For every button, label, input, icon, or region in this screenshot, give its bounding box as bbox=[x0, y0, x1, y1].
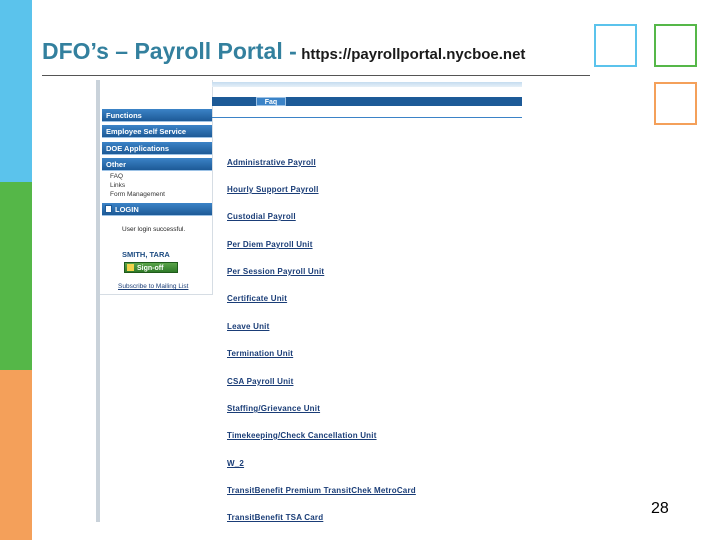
unit-link-transit-metrocard[interactable]: TransitBenefit Premium TransitChek Metro… bbox=[227, 486, 416, 495]
sidebar-link-links[interactable]: Links bbox=[110, 181, 125, 190]
slide-title-url: https://payrollportal.nycboe.net bbox=[301, 46, 526, 63]
unit-link-leave[interactable]: Leave Unit bbox=[227, 322, 269, 331]
signoff-button[interactable]: Sign-off bbox=[124, 262, 178, 273]
subscribe-link[interactable]: Subscribe to Mailing List bbox=[118, 283, 188, 290]
decor-square-orange bbox=[654, 82, 697, 125]
unit-link-per-session-payroll[interactable]: Per Session Payroll Unit bbox=[227, 267, 324, 276]
unit-link-transit-tsa-card[interactable]: TransitBenefit TSA Card bbox=[227, 513, 323, 522]
title-divider bbox=[42, 75, 590, 76]
decor-square-blue bbox=[594, 24, 637, 67]
nav-functions[interactable]: Functions bbox=[102, 109, 212, 122]
unit-link-hourly-support-payroll[interactable]: Hourly Support Payroll bbox=[227, 185, 319, 194]
unit-link-termination[interactable]: Termination Unit bbox=[227, 349, 293, 358]
unit-link-custodial-payroll[interactable]: Custodial Payroll bbox=[227, 212, 296, 221]
nav-other[interactable]: Other bbox=[102, 158, 212, 171]
accent-bar-green bbox=[0, 182, 32, 370]
sidebar-link-form-management[interactable]: Form Management bbox=[110, 190, 165, 199]
page-number: 28 bbox=[651, 500, 669, 517]
slide-title-text: DFO’s – Payroll Portal - bbox=[42, 38, 297, 64]
tab-faq[interactable]: Faq bbox=[256, 97, 286, 106]
unit-link-per-diem-payroll[interactable]: Per Diem Payroll Unit bbox=[227, 240, 313, 249]
portal-screenshot: Functions Employee Self Service DOE Appl… bbox=[96, 80, 522, 522]
unit-link-certificate[interactable]: Certificate Unit bbox=[227, 294, 287, 303]
nav-doe-applications[interactable]: DOE Applications bbox=[102, 142, 212, 155]
login-header-label: LOGIN bbox=[115, 205, 139, 214]
unit-link-w2[interactable]: W_2 bbox=[227, 459, 244, 468]
signoff-label: Sign-off bbox=[137, 265, 164, 272]
accent-bar-blue bbox=[0, 0, 32, 182]
sidebar-link-faq[interactable]: FAQ bbox=[110, 172, 123, 181]
nav-employee-self-service[interactable]: Employee Self Service bbox=[102, 125, 212, 138]
slide-title: DFO’s – Payroll Portal - https://payroll… bbox=[42, 38, 525, 65]
user-name: SMITH, TARA bbox=[122, 250, 170, 259]
decor-square-green bbox=[654, 24, 697, 67]
unit-link-timekeeping[interactable]: Timekeeping/Check Cancellation Unit bbox=[227, 431, 377, 440]
unit-link-administrative-payroll[interactable]: Administrative Payroll bbox=[227, 158, 316, 167]
login-header: LOGIN bbox=[102, 203, 212, 216]
login-message: User login successful. bbox=[122, 226, 186, 233]
unit-link-staffing-grievance[interactable]: Staffing/Grievance Unit bbox=[227, 404, 320, 413]
lock-icon bbox=[105, 205, 112, 213]
header-strip bbox=[212, 82, 522, 87]
signoff-icon bbox=[127, 264, 134, 271]
unit-link-csa-payroll[interactable]: CSA Payroll Unit bbox=[227, 377, 293, 386]
tab-divider bbox=[212, 117, 522, 118]
portal-sidebar: Functions Employee Self Service DOE Appl… bbox=[100, 80, 213, 295]
accent-bar-orange bbox=[0, 370, 32, 540]
